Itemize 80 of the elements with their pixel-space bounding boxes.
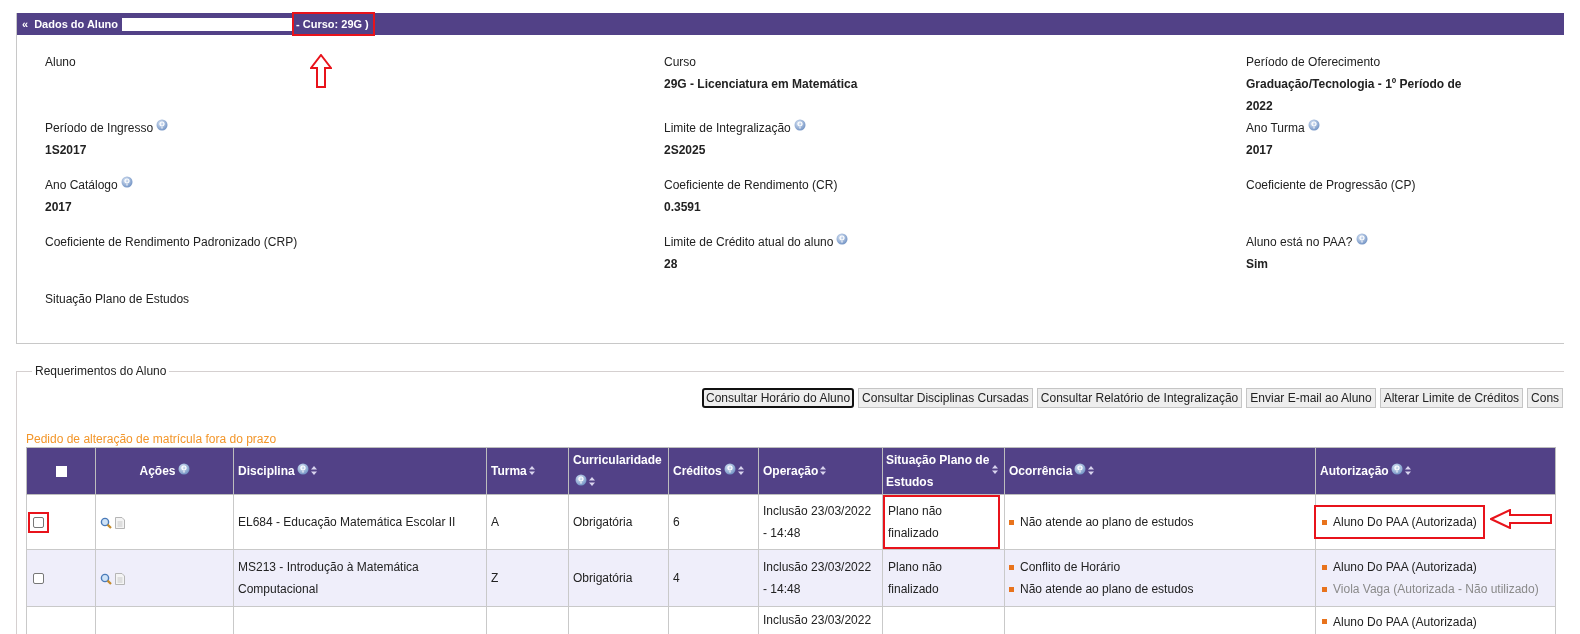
field-label: Período de Oferecimento xyxy=(1246,54,1381,71)
field-label: Aluno xyxy=(45,54,76,71)
table-title: Pedido de alteração de matrícula fora do prazo xyxy=(26,432,278,447)
field-value: Sim xyxy=(1246,256,1269,273)
table-cell: Inclusão 23/03/2022 - 14:48 xyxy=(763,560,872,596)
occurrence-text: Não atende ao plano de estudos xyxy=(1020,581,1194,598)
status-text: Plano não finalizado xyxy=(887,559,944,598)
field-label: Período de Ingresso xyxy=(45,120,154,137)
column-header[interactable]: Disciplina xyxy=(238,460,295,483)
help-icon[interactable] xyxy=(1074,462,1087,475)
panel-title: Dados do Aluno xyxy=(34,18,119,30)
field-label: Ano Turma xyxy=(1246,120,1305,137)
action-button[interactable]: Consultar Horário do Aluno xyxy=(702,388,855,408)
field-value: 2017 xyxy=(45,199,73,216)
course-code: - Curso: 29G ) xyxy=(292,12,375,36)
magnifier-icon[interactable] xyxy=(100,572,112,585)
table-cell: MS213 - Introdução à Matemática Computacional xyxy=(238,560,419,596)
help-icon[interactable] xyxy=(1390,462,1403,475)
authorization-text: Viola Vaga (Autorizada - Não utilizado) xyxy=(1333,581,1539,598)
field-value: 1S2017 xyxy=(45,142,88,159)
collapse-icon[interactable]: « xyxy=(22,18,29,30)
field-label: Coeficiente de Rendimento Padronizado (CRP) xyxy=(45,234,298,251)
field-label: Coeficiente de Rendimento (CR) xyxy=(664,177,838,194)
help-icon[interactable] xyxy=(296,462,309,475)
table-cell: 4 xyxy=(673,571,680,585)
sort-icon[interactable] xyxy=(1088,465,1095,475)
field-label: Coeficiente de Progressão (CP) xyxy=(1246,177,1416,194)
help-icon[interactable] xyxy=(723,462,736,475)
occurrence-text: Conflito de Horário xyxy=(1020,559,1121,576)
bullet-icon xyxy=(1009,519,1014,525)
field-label: Curso xyxy=(664,54,696,71)
table-cell: Inclusão 23/03/2022 - 14:48 xyxy=(763,504,872,540)
sort-icon[interactable] xyxy=(820,465,827,475)
bullet-icon xyxy=(1009,564,1014,570)
field-value: 0.3591 xyxy=(664,199,702,216)
field-label: Aluno está no PAA? xyxy=(1246,234,1353,251)
row-checkbox[interactable] xyxy=(33,573,44,585)
table-cell: Obrigatória xyxy=(573,515,633,529)
table-cell: A xyxy=(491,515,499,529)
table-cell: Z xyxy=(491,571,499,585)
status-text: Plano não finalizado xyxy=(883,495,1000,549)
table-cell: Obrigatória xyxy=(573,571,633,585)
field-value: 2017 xyxy=(1246,142,1274,159)
table-cell: Inclusão 23/03/2022 xyxy=(763,613,872,627)
column-header[interactable]: Ações xyxy=(139,460,176,483)
help-icon[interactable] xyxy=(177,462,190,475)
field-label: Situação Plano de Estudos xyxy=(45,291,190,308)
row-checkbox[interactable] xyxy=(33,517,44,529)
bullet-icon xyxy=(1322,586,1327,592)
field-value: 28 xyxy=(664,256,679,273)
column-header[interactable]: Ocorrência xyxy=(1009,460,1073,483)
group-legend: Requerimentos do Aluno xyxy=(32,364,170,378)
magnifier-icon[interactable] xyxy=(100,516,112,529)
select-all-checkbox[interactable] xyxy=(55,466,67,478)
bullet-icon xyxy=(1322,564,1327,570)
action-button[interactable]: Consultar Relatório de Integralização xyxy=(1036,388,1243,408)
field-value: 2S2025 xyxy=(664,142,707,159)
table-cell: 6 xyxy=(673,515,680,529)
action-button[interactable]: Cons xyxy=(1527,388,1564,408)
action-button[interactable]: Enviar E-mail ao Aluno xyxy=(1246,388,1376,408)
occurrence-text: Não atende ao plano de estudos xyxy=(1020,514,1194,531)
field-label: Limite de Integralização xyxy=(664,120,791,137)
field-value: 29G - Licenciatura em Matemática xyxy=(664,76,859,93)
authorization-text: Aluno Do PAA (Autorizada) xyxy=(1333,559,1477,576)
field-label: Ano Catálogo xyxy=(45,177,118,194)
column-header[interactable]: Autorização xyxy=(1320,460,1389,483)
table-cell: EL684 - Educação Matemática Escolar II xyxy=(238,515,456,529)
bullet-icon xyxy=(1322,519,1327,525)
action-button[interactable]: Alterar Limite de Créditos xyxy=(1379,388,1524,408)
authorization-text: Aluno Do PAA (Autorizada) xyxy=(1333,514,1477,531)
action-button[interactable]: Consultar Disciplinas Cursadas xyxy=(858,388,1033,408)
bullet-icon xyxy=(1009,586,1014,592)
field-value: Graduação/Tecnologia - 1º Período de 2022 xyxy=(1246,76,1463,115)
sort-icon[interactable] xyxy=(992,465,998,475)
sort-icon[interactable] xyxy=(589,477,595,487)
authorization-text: Aluno Do PAA (Autorizada) xyxy=(1333,613,1477,631)
help-icon[interactable] xyxy=(575,474,587,487)
bullet-icon xyxy=(1322,619,1327,624)
sort-icon[interactable] xyxy=(528,465,535,475)
field-label: Limite de Crédito atual do aluno xyxy=(664,234,834,251)
